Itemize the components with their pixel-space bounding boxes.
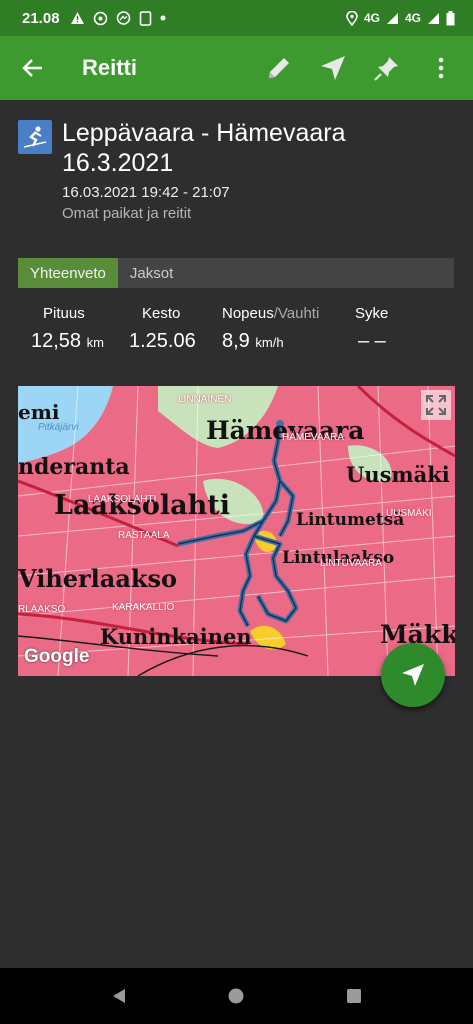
- system-nav-bar: [0, 968, 473, 1024]
- app-bar: Reitti: [0, 36, 473, 100]
- map-label-kuninkainen: Kuninkainen: [100, 624, 252, 649]
- phone-icon: [139, 10, 151, 26]
- route-map[interactable]: emi nderanta Laaksolahti Viherlaakso Kun…: [18, 386, 455, 676]
- stat-duration: Kesto 1.25.06: [129, 305, 196, 353]
- map-label-viherlaakso: Viherlaakso: [18, 564, 178, 593]
- warning-icon: [70, 12, 84, 24]
- route-time-range: 16.03.2021 19:42 - 21:07: [62, 184, 230, 201]
- route-category: Omat paikat ja reitit: [62, 205, 192, 222]
- stat-heart-rate-value: – –: [358, 330, 386, 352]
- tab-summary[interactable]: Yhteenveto: [18, 258, 118, 288]
- stat-distance-value: 12,58: [31, 330, 82, 352]
- stat-speed: Nopeus/Vauhti 8,9 km/h: [222, 305, 319, 353]
- home-nav-icon[interactable]: [227, 987, 245, 1005]
- route-name: Leppävaara - Hämevaara 16.3.2021: [62, 119, 346, 177]
- stats-summary: Pituus 12,58 km Kesto 1.25.06 Nopeus/Vau…: [18, 305, 458, 365]
- edit-icon: [269, 58, 289, 78]
- pin-button[interactable]: [373, 54, 401, 82]
- map-small-label-laaksolahti: LAAKSOLAHTI: [88, 494, 157, 505]
- more-options-button[interactable]: [427, 54, 455, 82]
- map-small-label-viherlaakso: RLAAKSO: [18, 604, 66, 615]
- location-icon: [346, 10, 358, 26]
- stat-distance-unit: km: [86, 335, 104, 350]
- tab-laps[interactable]: Jaksot: [118, 258, 185, 288]
- map-label-emi: emi: [18, 400, 60, 424]
- fullscreen-icon: [426, 395, 446, 415]
- network-type-b: 4G: [404, 11, 421, 25]
- map-water-label: Pitkäjärvi: [38, 422, 79, 433]
- signal-icon: [428, 12, 439, 24]
- recents-nav-icon[interactable]: [345, 987, 363, 1005]
- map-small-label-hamevaara: HÄMEVAARA: [282, 432, 345, 443]
- map-small-label-uusmaki: UUSMÄKI: [386, 508, 432, 519]
- back-button[interactable]: [22, 56, 46, 80]
- more-icon: [438, 57, 444, 79]
- whatsapp-icon: [93, 11, 107, 25]
- stat-pace-label: /Vauhti: [273, 305, 320, 322]
- network-type-a: 4G: [363, 11, 380, 25]
- skiing-icon: [18, 120, 52, 154]
- navigate-button[interactable]: [319, 54, 347, 82]
- map-small-label-karakallio: KARAKALLIO: [112, 602, 175, 613]
- stat-speed-label: Nopeus: [222, 305, 274, 322]
- map-small-label-linnainen: LINNAINEN: [178, 394, 232, 405]
- map-label-nderanta: nderanta: [18, 454, 130, 480]
- arrow-back-icon: [22, 59, 42, 77]
- edit-button[interactable]: [265, 54, 293, 82]
- stat-duration-value: 1.25.06: [129, 330, 196, 352]
- stat-distance-label: Pituus: [43, 305, 85, 322]
- stat-heart-rate: Syke – –: [355, 305, 388, 353]
- page-title: Reitti: [82, 55, 137, 80]
- pin-icon: [374, 57, 398, 81]
- tab-bar: Yhteenveto Jaksot: [18, 258, 454, 288]
- start-navigation-button[interactable]: [381, 643, 445, 707]
- stat-heart-rate-label: Syke: [355, 305, 389, 322]
- fullscreen-button[interactable]: [421, 390, 451, 420]
- status-bar: 21.08 4G 4G: [0, 0, 473, 36]
- map-small-label-lintuvaara: LINTUVAARA: [320, 558, 383, 569]
- map-label-uusmaki: Uusmäki: [346, 462, 450, 487]
- stat-distance: Pituus 12,58 km: [31, 305, 104, 353]
- stat-speed-unit: km/h: [255, 335, 284, 350]
- battery-icon: [446, 10, 455, 25]
- navigate-icon: [321, 56, 345, 80]
- navigate-icon: [402, 664, 424, 686]
- status-time: 21.08: [22, 9, 60, 27]
- stat-duration-label: Kesto: [142, 305, 181, 322]
- dot-icon: [160, 15, 166, 21]
- back-nav-icon[interactable]: [110, 987, 128, 1005]
- route-header: Leppävaara - Hämevaara 16.3.2021 16.03.2…: [18, 118, 458, 222]
- messenger-icon: [116, 10, 130, 25]
- stat-speed-value: 8,9: [222, 330, 250, 352]
- map-small-label-rastaala: RASTAALA: [118, 530, 170, 541]
- google-attribution: Google: [24, 646, 90, 667]
- signal-icon: [386, 12, 398, 24]
